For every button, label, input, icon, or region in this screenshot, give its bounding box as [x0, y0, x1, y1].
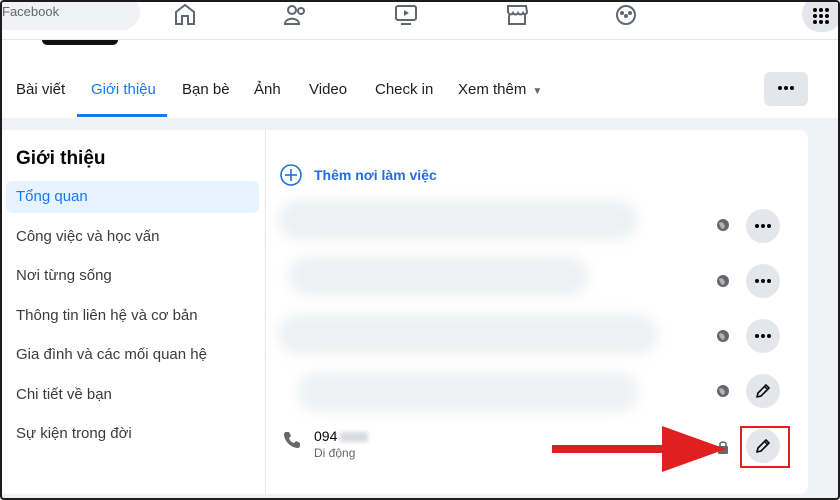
about-nav-contact-basic-info[interactable]: Thông tin liên hệ và cơ bản: [6, 300, 259, 332]
search-text: Facebook: [2, 4, 60, 19]
more-dots-icon: [755, 279, 771, 283]
tab-friends[interactable]: Bạn bè: [182, 78, 230, 118]
friends-icon[interactable]: [283, 4, 308, 26]
profile-tabs: Bài viết Giới thiệu Bạn bè Ảnh Video Che…: [2, 78, 838, 118]
redacted-digits: [340, 432, 369, 443]
tab-check-in[interactable]: Check in: [375, 78, 433, 118]
home-icon[interactable]: [173, 3, 197, 26]
top-nav-bar: Facebook: [2, 2, 838, 40]
about-nav-work-education[interactable]: Công việc và học vấn: [6, 221, 259, 253]
about-nav-family-relationships[interactable]: Gia đình và các mối quan hệ: [6, 339, 259, 371]
tab-videos[interactable]: Video: [309, 78, 347, 118]
globe-icon: [717, 330, 729, 342]
more-dots-icon: [755, 334, 771, 338]
tab-more[interactable]: Xem thêm ▼: [458, 78, 542, 118]
globe-icon: [717, 219, 729, 231]
watch-icon[interactable]: [394, 4, 418, 26]
about-card: Giới thiệu Tổng quan Công việc và học vấ…: [2, 130, 808, 494]
plus-circle-icon: [280, 164, 302, 186]
phone-number: 094: [314, 428, 369, 444]
caret-down-icon: ▼: [532, 86, 543, 97]
about-nav-life-events[interactable]: Sự kiện trong đời: [6, 418, 259, 450]
entry-more-button[interactable]: [746, 264, 780, 298]
globe-icon: [717, 385, 729, 397]
groups-icon[interactable]: [614, 4, 638, 26]
about-nav-details[interactable]: Chi tiết về bạn: [6, 379, 259, 411]
grid-menu-icon: [813, 8, 829, 24]
entry-more-button[interactable]: [746, 209, 780, 243]
tab-posts[interactable]: Bài viết: [16, 78, 65, 118]
profile-header: Bài viết Giới thiệu Bạn bè Ảnh Video Che…: [2, 40, 838, 118]
pencil-icon: [756, 384, 770, 398]
entry-edit-button[interactable]: [746, 374, 780, 408]
more-dots-icon: [755, 224, 771, 228]
highlight-box: [740, 426, 790, 468]
entry-more-button[interactable]: [746, 319, 780, 353]
about-title: Giới thiệu: [16, 148, 106, 169]
profile-more-button[interactable]: [764, 72, 808, 106]
more-dots-icon: [778, 86, 794, 90]
screenshot-frame: Facebook Bài viết Giới thiệu Bạn bè Ảnh …: [0, 0, 840, 500]
arrow-annotation-icon: [552, 426, 726, 472]
card-divider: [265, 130, 266, 494]
phone-type: Di động: [314, 446, 356, 460]
menu-button[interactable]: [802, 2, 838, 32]
active-tab-indicator: [77, 114, 167, 117]
add-workplace-label: Thêm nơi làm việc: [314, 167, 437, 183]
avatar[interactable]: [42, 40, 118, 45]
tab-about[interactable]: Giới thiệu: [91, 78, 156, 118]
about-nav-places-lived[interactable]: Nơi từng sống: [6, 260, 259, 292]
about-nav-overview[interactable]: Tổng quan: [6, 181, 259, 213]
globe-icon: [717, 275, 729, 287]
phone-icon: [284, 432, 300, 448]
tab-photos[interactable]: Ảnh: [254, 78, 281, 118]
marketplace-icon[interactable]: [505, 4, 529, 26]
